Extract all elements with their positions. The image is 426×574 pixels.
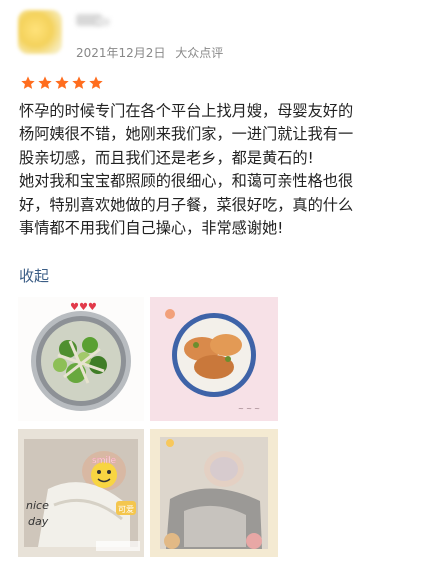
username-blurred-tail: [96, 18, 110, 26]
star-icon: [37, 75, 53, 91]
baby-photo-held[interactable]: [150, 429, 278, 557]
star-icon: [20, 75, 36, 91]
avatar[interactable]: [18, 10, 62, 54]
food-photo-greens[interactable]: ♥♥♥: [18, 297, 144, 421]
review-text: 怀孕的时候专门在各个平台上找月嫂，母婴友好的 杨阿姨很不错，她刚来我们家，一进门就…: [19, 100, 415, 240]
review-meta: 2021年12月2日 大众点评: [76, 44, 223, 61]
review-line: 好，特别喜欢她做的月子餐，菜很好吃，真的什么: [19, 195, 354, 214]
star-icon: [71, 75, 87, 91]
sticker-nice: nice: [26, 499, 49, 512]
sticker-day: day: [28, 515, 49, 528]
collapse-link[interactable]: 收起: [19, 265, 49, 286]
sticker-smile: smile: [92, 456, 116, 466]
review-line: 怀孕的时候专门在各个平台上找月嫂，母婴友好的: [19, 102, 354, 120]
review-source: 大众点评: [175, 46, 224, 60]
review-line: 事情都不用我们自己操心，非常感谢她!: [19, 219, 284, 238]
star-icon: [88, 75, 104, 91]
review-line: 她对我和宝宝都照顾的很细心，和蔼可亲性格也很: [19, 172, 354, 191]
food-photo-dumplings[interactable]: ~ ~ ~: [150, 297, 278, 421]
svg-text:~ ~ ~: ~ ~ ~: [238, 405, 260, 413]
review-line: 杨阿姨很不错，她刚来我们家，一进门就让我有一: [19, 125, 354, 144]
review-line: 股亲切感，而且我们还是老乡，都是黄石的!: [19, 148, 314, 167]
review-date: 2021年12月2日: [76, 46, 166, 60]
star-rating: [20, 75, 104, 91]
baby-photo-sleeping[interactable]: smile nice day 可爱: [18, 429, 144, 557]
sticker-cute: 可爱: [118, 505, 134, 514]
star-icon: [54, 75, 70, 91]
